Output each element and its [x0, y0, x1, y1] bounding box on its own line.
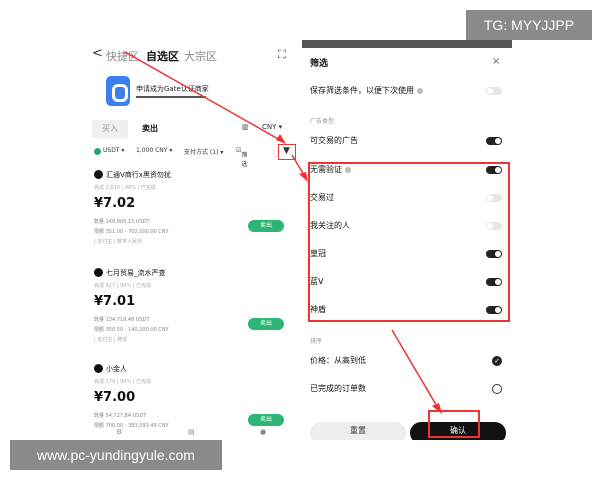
arrow-head [432, 403, 442, 414]
arrow-line [124, 51, 281, 141]
arrow-line [291, 154, 305, 176]
arrow-line [391, 329, 439, 409]
arrow-head [299, 172, 308, 182]
annotation-arrows [124, 51, 442, 414]
arrow-head [276, 134, 286, 144]
